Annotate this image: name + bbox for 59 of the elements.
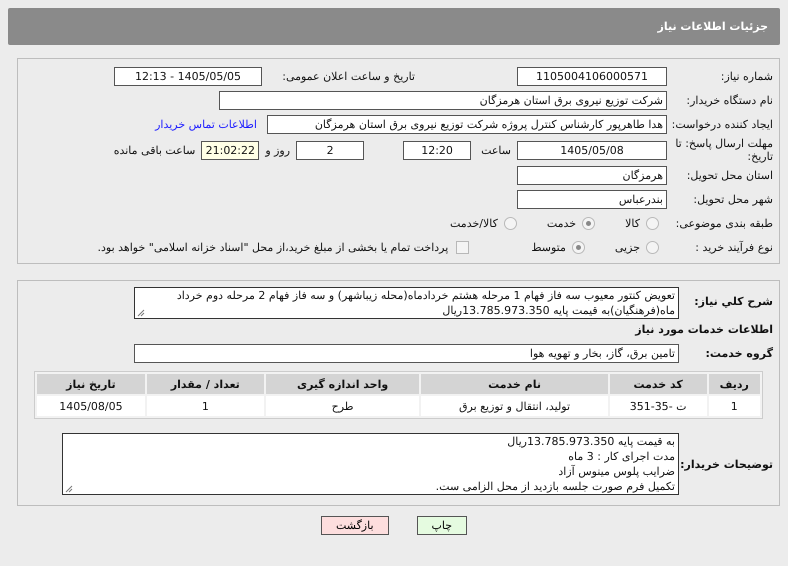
field-label: نوع فرآیند خرید :: [694, 241, 774, 254]
table-cell: 1405/08/05: [37, 396, 145, 416]
field-label: طبقه بندی موضوعی:: [674, 217, 774, 230]
page-title: جزئیات اطلاعات نیاز: [658, 20, 768, 33]
column-header: تاریخ نیاز: [37, 374, 145, 394]
announce-date-field: 1405/05/05 - 12:13: [114, 67, 262, 86]
resize-grip-icon[interactable]: [137, 309, 145, 317]
column-header: تعداد / مقدار: [146, 374, 264, 394]
table-cell: ت -35-351: [610, 396, 707, 416]
checkbox[interactable]: [456, 241, 470, 254]
column-header: واحد اندازه گیری: [266, 374, 420, 394]
table-cell: تولید، انتقال و توزیع برق: [421, 396, 608, 416]
deadline-date-field: 1405/05/08: [517, 140, 667, 160]
field-label: استان محل تحویل:: [686, 169, 774, 182]
contact-link[interactable]: اطلاعات تماس خریدار: [155, 118, 257, 131]
time-label: ساعت: [481, 144, 511, 156]
field-label: مهلت ارسال پاسخ: تا تاریخ:: [674, 137, 774, 163]
city-field: بندرعباس: [517, 190, 667, 209]
remaining-time-field: 21:02:22: [201, 140, 260, 160]
need-number-field: 1105004106000571: [517, 67, 667, 86]
radio-label: متوسط: [531, 241, 566, 254]
radio-label: کالا/خدمت: [450, 217, 498, 230]
table-cell: 1: [146, 396, 264, 416]
province-field: هرمزگان: [517, 166, 667, 185]
column-header: ردیف: [708, 374, 760, 394]
field-label: نام دستگاه خریدار:: [685, 94, 774, 107]
radio-button[interactable]: [582, 217, 596, 230]
column-header: نام خدمت: [421, 374, 608, 394]
buyer-notes-field: به قیمت پایه 13.785.973.350ریال مدت اجرای کار : 3 ماه ضرایب پلوس مینوس آزاد تکمیل فرم صورت جلسه بازدید از محل الزامی ست.: [62, 433, 679, 495]
radio-button[interactable]: [504, 217, 517, 230]
radio-label: خدمت: [546, 217, 576, 230]
deadline-time-field: 12:20: [403, 140, 472, 160]
resize-grip-icon[interactable]: [65, 485, 73, 493]
requester-field: هدا طاهرپور کارشناس کنترل پروژه شرکت توزیع نیروی برق استان هرمزگان: [267, 115, 667, 134]
column-header: کد خدمت: [610, 374, 707, 394]
field-label: شماره نیاز:: [720, 70, 774, 83]
buyer-field: شرکت توزیع نیروی برق استان هرمزگان: [219, 91, 667, 110]
field-label: ایجاد کننده درخواست:: [670, 118, 774, 131]
service-group-field: تامین برق، گاز، بخار و تهویه هوا: [134, 344, 679, 363]
field-label: شهر محل تحویل:: [692, 193, 774, 206]
table-cell: 1: [708, 396, 760, 416]
summary-field: تعویض کنتور معیوب سه فاز فهام 1 مرحله هشتم خردادماه(محله زیباشهر) و سه فاز فهام 2 مرحله دوم خرداد ماه(فرهنگیان)به قیمت پایه 13.785.973.350ریال: [134, 287, 679, 319]
radio-label: جزیی: [614, 241, 640, 254]
print-button[interactable]: چاپ: [416, 516, 468, 535]
radio-button[interactable]: [646, 241, 659, 254]
field-label: توضیحات خریدار:: [679, 458, 774, 470]
days-field: 2: [296, 140, 364, 160]
radio-button[interactable]: [572, 241, 585, 254]
field-label: تاریخ و ساعت اعلان عمومی:: [281, 70, 416, 83]
back-button[interactable]: بازگشت: [320, 516, 389, 535]
payment-label: پرداخت تمام یا بخشی از مبلغ خرید،از محل "اسناد خزانه اسلامی" خواهد بود.: [98, 241, 448, 254]
section-title: اطلاعات خدمات مورد نیاز: [634, 322, 774, 338]
radio-button[interactable]: [646, 217, 659, 230]
radio-label: کالا: [625, 217, 640, 230]
days-label: روز و: [265, 144, 290, 156]
field-label: گروه خدمت:: [704, 347, 774, 360]
field-label: شرح کلي نياز:: [693, 294, 774, 308]
table-cell: طرح: [266, 396, 420, 416]
remaining-label: ساعت باقی مانده: [114, 144, 196, 156]
